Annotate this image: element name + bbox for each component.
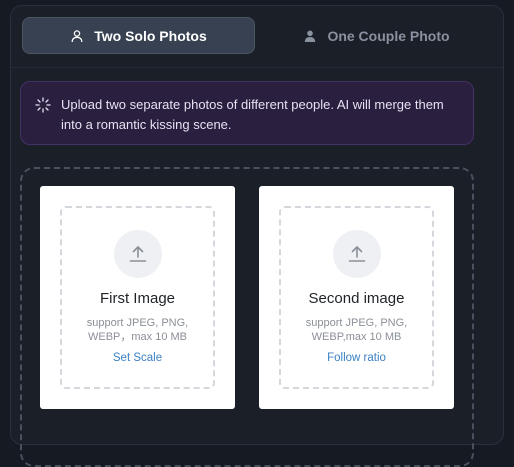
upload-support-text: support JPEG, PNG, WEBP,max 10 MB [281,316,432,344]
follow-ratio-link[interactable]: Follow ratio [281,352,432,364]
info-banner: Upload two separate photos of different … [20,81,474,145]
support-line: support JPEG, PNG, [86,317,189,329]
sparkle-icon [35,97,51,113]
upload-title: Second image [308,290,405,307]
tab-one-couple-photo[interactable]: One Couple Photo [260,17,493,54]
support-line: WEBP,max 10 MB [311,331,402,343]
upload-support-text: support JPEG, PNG, WEBP，max 10 MB [62,316,213,344]
upload-dropzone[interactable]: First Image support JPEG, PNG, WEBP，max … [60,206,215,389]
set-scale-link[interactable]: Set Scale [62,352,213,364]
upload-dropzone[interactable]: Second image support JPEG, PNG, WEBP,max… [279,206,434,389]
person-outline-icon [70,29,84,43]
first-image-upload-card[interactable]: First Image support JPEG, PNG, WEBP，max … [40,186,235,409]
info-text: Upload two separate photos of different … [61,97,444,132]
tab-label: Two Solo Photos [94,27,207,44]
person-filled-icon [303,29,317,43]
support-line: WEBP，max 10 MB [87,331,188,343]
tab-label: One Couple Photo [327,27,450,44]
support-line: support JPEG, PNG, [305,317,408,329]
upload-icon [113,230,162,278]
upload-title: First Image [99,290,175,307]
tab-two-solo-photos[interactable]: Two Solo Photos [22,17,255,54]
mode-tabs: Two Solo Photos One Couple Photo [11,6,503,68]
upload-icon [332,230,381,278]
second-image-upload-card[interactable]: Second image support JPEG, PNG, WEBP,max… [259,186,454,409]
